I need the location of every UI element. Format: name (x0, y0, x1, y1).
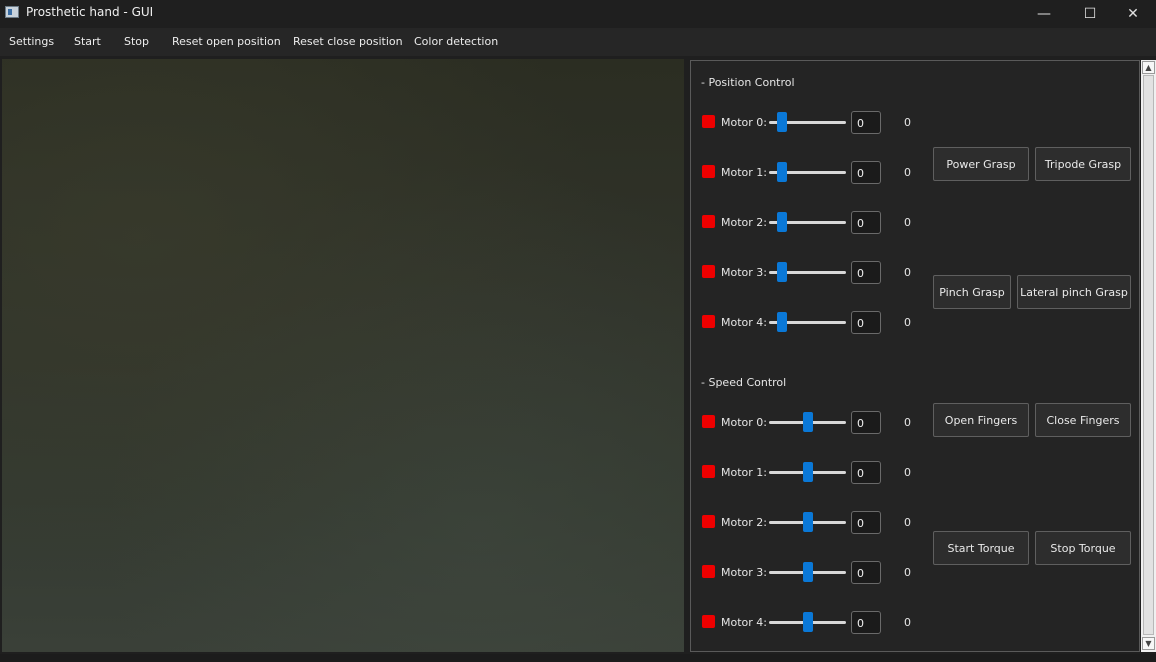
speed-control-title: - Speed Control (701, 376, 787, 389)
menu-reset-close-position[interactable]: Reset close position (293, 35, 403, 48)
speed-motor-row: Motor 0: 0 0 (691, 410, 931, 434)
value-spinbox[interactable]: 0 (851, 211, 881, 234)
menu-settings[interactable]: Settings (9, 35, 54, 48)
status-indicator (702, 165, 715, 178)
motor-label: Motor 2: (721, 516, 767, 529)
slider-handle[interactable] (802, 412, 813, 432)
speed-motor-row: Motor 1: 0 0 (691, 460, 931, 484)
value-readout: 0 (904, 616, 911, 629)
slider-handle[interactable] (802, 612, 813, 632)
camera-feed (2, 59, 684, 652)
status-indicator (702, 115, 715, 128)
position-motor-row: Motor 4: 0 0 (691, 310, 931, 334)
value-readout: 0 (904, 266, 911, 279)
value-readout: 0 (904, 516, 911, 529)
menu-stop[interactable]: Stop (124, 35, 149, 48)
position-motor-row: Motor 3: 0 0 (691, 260, 931, 284)
control-panel: - Position Control Motor 0: 0 0 Motor 1:… (690, 60, 1140, 652)
status-indicator (702, 615, 715, 628)
tripode-grasp-button[interactable]: Tripode Grasp (1035, 147, 1131, 181)
slider-handle[interactable] (802, 512, 813, 532)
open-fingers-button[interactable]: Open Fingers (933, 403, 1029, 437)
value-spinbox[interactable]: 0 (851, 311, 881, 334)
title-bar: Prosthetic hand - GUI — ☐ ✕ (0, 0, 1156, 28)
status-indicator (702, 515, 715, 528)
slider-handle[interactable] (777, 212, 788, 232)
position-motor-row: Motor 2: 0 0 (691, 210, 931, 234)
slider-handle[interactable] (777, 312, 788, 332)
speed-motor-row: Motor 3: 0 0 (691, 560, 931, 584)
stop-torque-button[interactable]: Stop Torque (1035, 531, 1131, 565)
vertical-scrollbar[interactable]: ▲ ▼ (1141, 60, 1156, 652)
slider-handle[interactable] (802, 562, 813, 582)
app-icon (5, 6, 19, 18)
value-spinbox[interactable]: 0 (851, 411, 881, 434)
position-motor-row: Motor 0: 0 0 (691, 110, 931, 134)
motor-label: Motor 3: (721, 566, 767, 579)
status-indicator (702, 265, 715, 278)
value-spinbox[interactable]: 0 (851, 561, 881, 584)
scrollbar-thumb[interactable] (1143, 75, 1154, 635)
menu-color-detection[interactable]: Color detection (414, 35, 498, 48)
status-indicator (702, 565, 715, 578)
speed-motor-row: Motor 2: 0 0 (691, 510, 931, 534)
close-button[interactable]: ✕ (1110, 0, 1156, 28)
slider-handle[interactable] (777, 162, 788, 182)
motor-label: Motor 2: (721, 216, 767, 229)
status-indicator (702, 215, 715, 228)
scroll-down-icon[interactable]: ▼ (1142, 637, 1155, 650)
value-spinbox[interactable]: 0 (851, 461, 881, 484)
scroll-up-icon[interactable]: ▲ (1142, 61, 1155, 74)
value-spinbox[interactable]: 0 (851, 611, 881, 634)
motor-label: Motor 3: (721, 266, 767, 279)
value-readout: 0 (904, 566, 911, 579)
slider-handle[interactable] (777, 262, 788, 282)
status-indicator (702, 315, 715, 328)
value-readout: 0 (904, 166, 911, 179)
pinch-grasp-button[interactable]: Pinch Grasp (933, 275, 1011, 309)
value-spinbox[interactable]: 0 (851, 161, 881, 184)
slider-handle[interactable] (777, 112, 788, 132)
minimize-button[interactable]: — (1021, 0, 1067, 28)
maximize-button[interactable]: ☐ (1067, 0, 1113, 28)
motor-label: Motor 1: (721, 166, 767, 179)
slider-handle[interactable] (802, 462, 813, 482)
start-torque-button[interactable]: Start Torque (933, 531, 1029, 565)
menu-reset-open-position[interactable]: Reset open position (172, 35, 281, 48)
motor-label: Motor 0: (721, 116, 767, 129)
value-readout: 0 (904, 466, 911, 479)
window-title: Prosthetic hand - GUI (26, 5, 154, 19)
motor-label: Motor 0: (721, 416, 767, 429)
position-motor-row: Motor 1: 0 0 (691, 160, 931, 184)
motor-label: Motor 4: (721, 316, 767, 329)
value-readout: 0 (904, 216, 911, 229)
position-control-title: - Position Control (701, 76, 795, 89)
motor-label: Motor 4: (721, 616, 767, 629)
status-indicator (702, 465, 715, 478)
status-indicator (702, 415, 715, 428)
close-fingers-button[interactable]: Close Fingers (1035, 403, 1131, 437)
value-spinbox[interactable]: 0 (851, 111, 881, 134)
value-readout: 0 (904, 316, 911, 329)
menu-bar: Settings Start Stop Reset open position … (0, 28, 1156, 56)
lateral-pinch-grasp-button[interactable]: Lateral pinch Grasp (1017, 275, 1131, 309)
value-spinbox[interactable]: 0 (851, 261, 881, 284)
status-bar (0, 654, 1156, 662)
menu-start[interactable]: Start (74, 35, 101, 48)
value-readout: 0 (904, 116, 911, 129)
value-readout: 0 (904, 416, 911, 429)
value-spinbox[interactable]: 0 (851, 511, 881, 534)
power-grasp-button[interactable]: Power Grasp (933, 147, 1029, 181)
speed-motor-row: Motor 4: 0 0 (691, 610, 931, 634)
motor-label: Motor 1: (721, 466, 767, 479)
